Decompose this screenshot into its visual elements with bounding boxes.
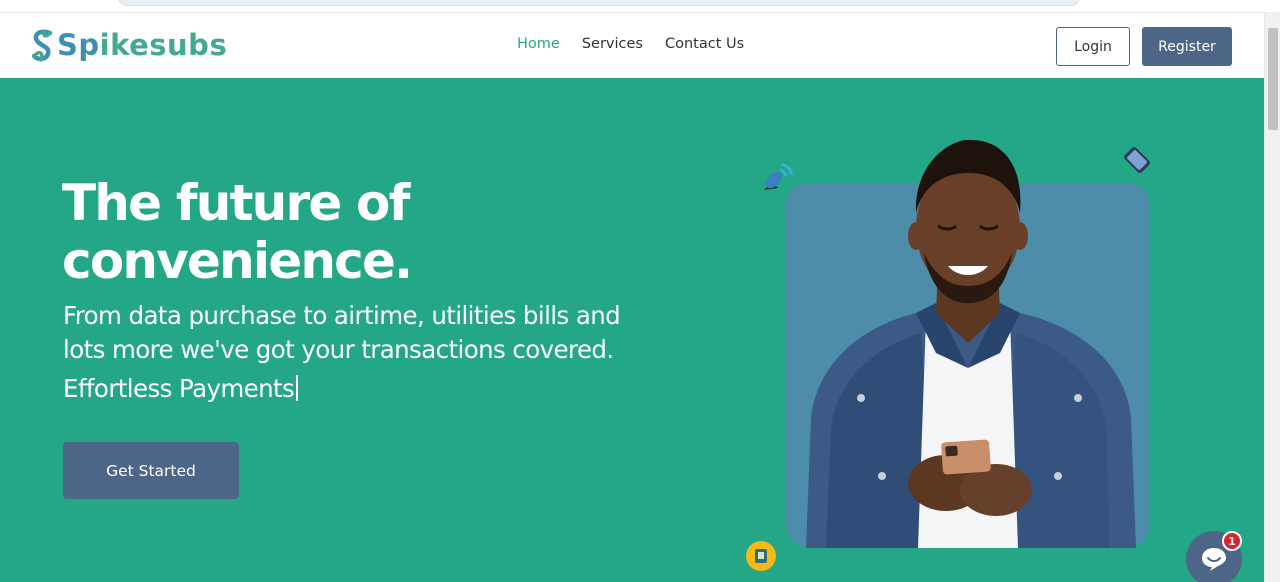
headline-line-2: convenience. bbox=[62, 232, 413, 290]
login-button[interactable]: Login bbox=[1056, 27, 1130, 66]
address-bar-edge bbox=[118, 0, 1080, 6]
nav-link-services[interactable]: Services bbox=[582, 36, 643, 52]
brand-name: Spikesubs bbox=[57, 27, 228, 62]
nav-link-contact[interactable]: Contact Us bbox=[665, 36, 744, 52]
spikesubs-logo-icon bbox=[31, 29, 53, 62]
scrollbar-thumb[interactable] bbox=[1268, 28, 1278, 130]
browser-top-strip bbox=[0, 0, 1280, 12]
satellite-dish-icon bbox=[764, 162, 794, 190]
hero-person-image bbox=[806, 139, 1136, 548]
typed-text: Effortless Payments bbox=[63, 374, 295, 403]
typing-cursor bbox=[296, 375, 299, 401]
hero-subtext: From data purchase to airtime, utilities… bbox=[63, 301, 621, 364]
main-nav: Home Services Contact Us bbox=[517, 36, 766, 52]
site-navbar: Spikesubs Home Services Contact Us Login… bbox=[0, 12, 1264, 78]
nav-link-home[interactable]: Home bbox=[517, 36, 560, 52]
sim-card-icon bbox=[746, 541, 776, 571]
page-scrollbar[interactable] bbox=[1264, 12, 1280, 582]
chat-bubble-icon bbox=[1202, 548, 1226, 571]
register-button[interactable]: Register bbox=[1142, 27, 1232, 66]
hero-section: The future of convenience. From data pur… bbox=[0, 78, 1264, 582]
hero-headline: The future of convenience. bbox=[62, 174, 622, 290]
brand-logo[interactable]: Spikesubs bbox=[30, 25, 227, 65]
get-started-button[interactable]: Get Started bbox=[63, 442, 239, 499]
headline-line-1: The future of bbox=[62, 174, 410, 232]
phone-icon bbox=[1124, 147, 1150, 173]
typed-tagline: Effortless Payments bbox=[63, 374, 299, 403]
chat-unread-badge: 1 bbox=[1222, 531, 1242, 551]
